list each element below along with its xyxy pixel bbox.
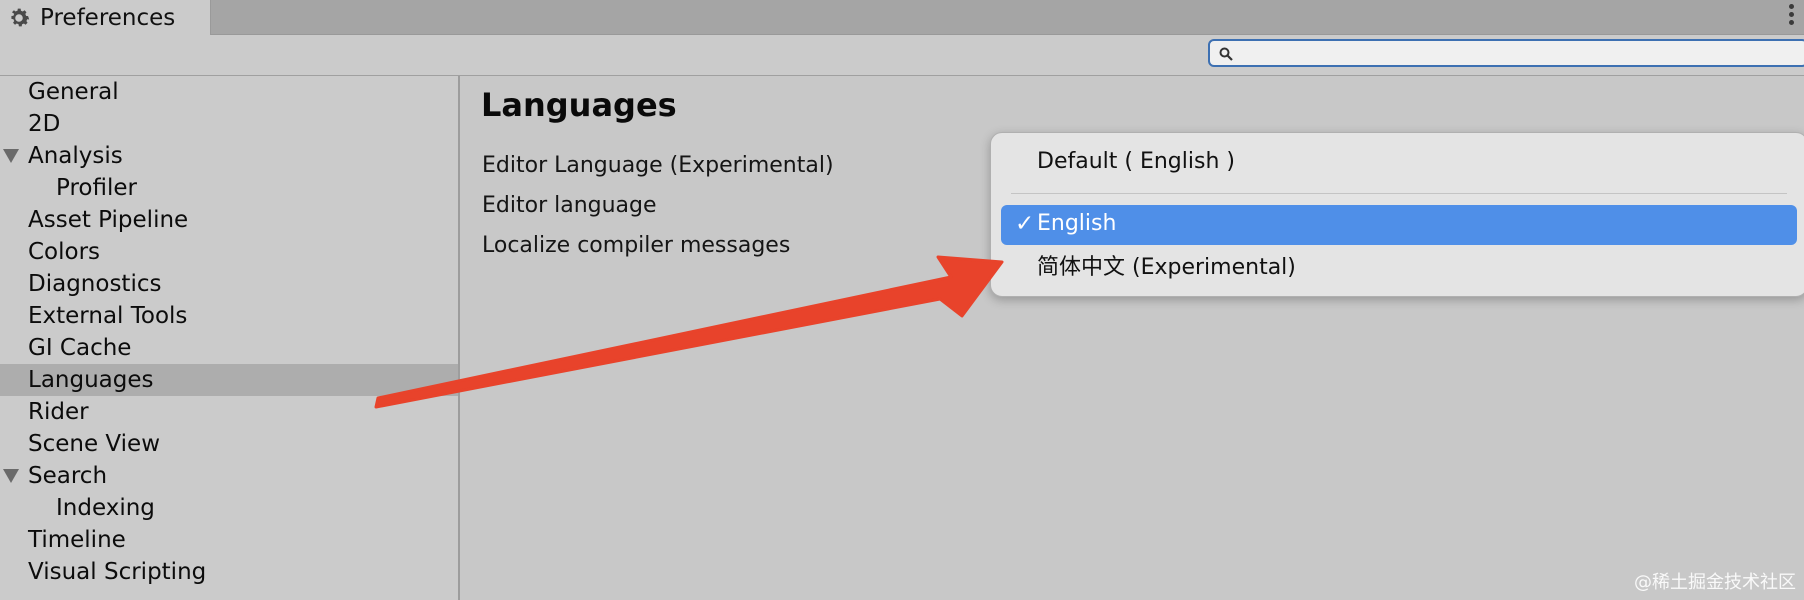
magnifier-icon [1219,47,1233,61]
sidebar-item-label: GI Cache [28,335,132,361]
sidebar-item-label: Profiler [56,175,137,201]
expand-triangle-icon[interactable] [3,469,19,483]
page-title: Languages [481,86,677,124]
sidebar-item-rider[interactable]: Rider [0,396,458,428]
sidebar-item-label: General [28,79,119,105]
sidebar-item-label: Visual Scripting [28,559,207,585]
search-box[interactable] [1208,39,1804,67]
sidebar-item-label: Scene View [28,431,161,457]
sidebar-item-label: Analysis [28,143,123,169]
sidebar-item-label: Asset Pipeline [28,207,189,233]
kebab-menu-icon[interactable] [1786,2,1796,26]
setting-label-editor-language-experimental: Editor Language (Experimental) [482,153,834,178]
menu-option-label: English [1037,211,1117,236]
watermark: @稀土掘金技术社区 [1634,572,1796,593]
sidebar-item-indexing[interactable]: Indexing [0,492,458,524]
menu-option-default[interactable]: Default ( English ) [1037,149,1235,174]
sidebar-item-label: Diagnostics [28,271,162,297]
sidebar-item-profiler[interactable]: Profiler [0,172,458,204]
tab-title: Preferences [40,4,176,31]
sidebar-item-label: 2D [28,111,61,137]
sidebar-item-timeline[interactable]: Timeline [0,524,458,556]
sidebar-item-general[interactable]: General [0,76,458,108]
setting-label-localize-compiler: Localize compiler messages [482,233,791,258]
check-icon: ✓ [1015,211,1035,237]
sidebar-item-asset-pipeline[interactable]: Asset Pipeline [0,204,458,236]
menu-separator [1011,193,1787,194]
tab-preferences[interactable]: Preferences [0,0,211,35]
sidebar-item-scene-view[interactable]: Scene View [0,428,458,460]
expand-triangle-icon[interactable] [3,149,19,163]
language-dropdown-menu: Default ( English ) ✓ English 简体中文 (Expe… [990,132,1804,297]
sidebar: General 2D Analysis Profiler Asset Pipel… [0,76,460,600]
gear-icon [11,8,30,26]
setting-label-editor-language: Editor language [482,193,657,218]
sidebar-item-label: Colors [28,239,101,265]
sidebar-item-gi-cache[interactable]: GI Cache [0,332,458,364]
sidebar-item-2d[interactable]: 2D [0,108,458,140]
sidebar-item-search[interactable]: Search [0,460,458,492]
menu-option-english[interactable]: ✓ English [1001,205,1797,245]
tab-strip: Preferences [0,0,1804,35]
search-input[interactable] [1240,41,1784,67]
sidebar-item-external-tools[interactable]: External Tools [0,300,458,332]
toolbar [0,35,1804,76]
sidebar-item-label: Rider [28,399,89,425]
sidebar-item-colors[interactable]: Colors [0,236,458,268]
sidebar-item-visual-scripting[interactable]: Visual Scripting [0,556,458,588]
sidebar-item-label: External Tools [28,303,188,329]
sidebar-item-label: Timeline [28,527,126,553]
sidebar-item-languages[interactable]: Languages [0,364,458,396]
sidebar-item-diagnostics[interactable]: Diagnostics [0,268,458,300]
sidebar-item-label: Search [28,463,108,489]
sidebar-item-label: Languages [28,367,154,393]
sidebar-item-label: Indexing [56,495,155,521]
sidebar-item-analysis[interactable]: Analysis [0,140,458,172]
menu-option-simplified-chinese[interactable]: 简体中文 (Experimental) [1037,249,1296,281]
